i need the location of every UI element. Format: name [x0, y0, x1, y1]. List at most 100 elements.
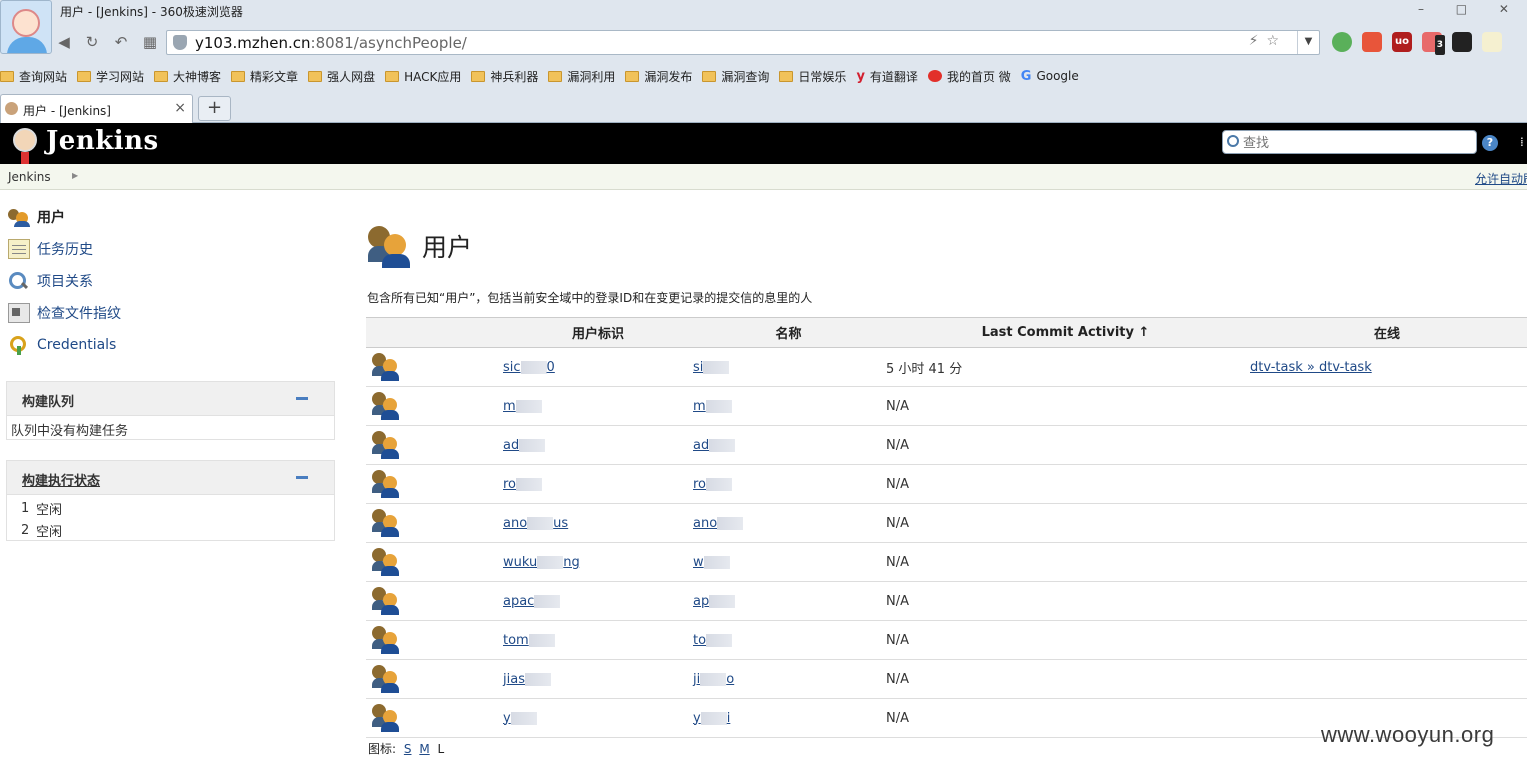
icon-size-large: L: [437, 742, 445, 756]
search-box[interactable]: [1222, 130, 1477, 154]
table-row: apac ap N/A: [366, 581, 1527, 621]
bookmark-folder[interactable]: 大神博客: [154, 68, 221, 85]
last-commit-cell: N/A: [884, 581, 1247, 621]
folder-icon: [231, 70, 246, 82]
sidebar-item-project-relationship[interactable]: 项目关系: [8, 270, 93, 292]
auto-refresh-link[interactable]: 允许自动刷: [1475, 170, 1527, 187]
bookmark-weibo[interactable]: 我的首页 微: [927, 68, 1011, 85]
last-commit-cell: N/A: [884, 386, 1247, 426]
icon-size-small[interactable]: S: [404, 742, 412, 756]
breadcrumb-jenkins[interactable]: Jenkins: [8, 170, 51, 184]
collapse-icon[interactable]: [296, 476, 308, 479]
chevron-down-icon[interactable]: ▼: [1297, 31, 1319, 54]
extension-icon[interactable]: [1452, 32, 1472, 52]
green-dot-icon[interactable]: [1332, 32, 1352, 52]
user-icon: [372, 470, 402, 498]
close-icon[interactable]: ×: [174, 100, 186, 116]
user-name-link[interactable]: ji o: [693, 672, 734, 687]
user-name-link[interactable]: to: [693, 633, 733, 648]
user-id-cell: ano us: [503, 503, 693, 543]
icon-size-medium[interactable]: M: [419, 742, 429, 756]
address-url[interactable]: y103.mzhen.cn:8081/asynchPeople/: [195, 34, 467, 52]
table-header-row: 用户标识 名称 Last Commit Activity ↑ 在线: [366, 317, 1527, 348]
user-name-link[interactable]: ad: [693, 438, 736, 453]
back-icon[interactable]: ◀: [55, 33, 73, 51]
help-icon[interactable]: ?: [1482, 135, 1498, 151]
folder-icon: [625, 70, 640, 82]
column-user-id[interactable]: 用户标识: [503, 317, 693, 348]
ublock-icon[interactable]: uo: [1392, 32, 1412, 52]
column-last-commit[interactable]: Last Commit Activity ↑: [884, 317, 1247, 348]
new-tab-button[interactable]: +: [198, 96, 231, 121]
user-id-link[interactable]: ano us: [503, 516, 568, 531]
bookmark-folder[interactable]: 漏洞查询: [702, 68, 769, 85]
jenkins-logo-icon[interactable]: [9, 126, 43, 164]
undo-icon[interactable]: ↶: [112, 33, 130, 51]
refresh-icon[interactable]: ↻: [83, 33, 101, 51]
bookmark-folder[interactable]: 强人网盘: [308, 68, 375, 85]
sidebar-item-credentials[interactable]: Credentials: [8, 334, 116, 356]
redacted-block: [706, 477, 733, 491]
user-name-cell: ad: [693, 425, 884, 465]
user-id-link[interactable]: wuku ng: [503, 555, 580, 570]
user-id-link[interactable]: tom: [503, 633, 555, 648]
online-cell: [1247, 581, 1527, 621]
user-name-link[interactable]: ro: [693, 477, 733, 492]
bookmark-folder[interactable]: 学习网站: [77, 68, 144, 85]
sidebar-item-build-history[interactable]: 任务历史: [8, 238, 93, 260]
extension-icon[interactable]: [1362, 32, 1382, 52]
window-title: 用户 - [Jenkins] - 360极速浏览器: [60, 5, 243, 19]
window-controls[interactable]: – □ ✕: [1418, 2, 1523, 16]
user-name-link[interactable]: yi: [693, 711, 730, 726]
redacted-block: [706, 633, 733, 647]
user-id-link[interactable]: sic 0: [503, 360, 555, 375]
user-id-link[interactable]: m: [503, 399, 542, 414]
bookmark-folder[interactable]: 日常娱乐: [779, 68, 846, 85]
bookmark-folder[interactable]: 精彩文章: [231, 68, 298, 85]
user-name-link[interactable]: ap: [693, 594, 736, 609]
user-id-link[interactable]: y: [503, 711, 537, 726]
executor-status-title[interactable]: 构建执行状态: [22, 470, 100, 489]
column-name[interactable]: 名称: [693, 317, 884, 348]
online-job-link[interactable]: dtv-task » dtv-task: [1250, 360, 1372, 375]
fingerprint-icon: [8, 303, 30, 323]
build-queue-title: 构建队列: [22, 395, 75, 410]
sidebar-item-users[interactable]: 用户: [8, 206, 65, 228]
jenkins-brand[interactable]: Jenkins: [46, 126, 159, 156]
browser-tab[interactable]: 用户 - [Jenkins] ×: [0, 94, 193, 123]
user-id-link[interactable]: ro: [503, 477, 543, 492]
folder-icon: [548, 70, 563, 82]
bookmark-folder[interactable]: 漏洞发布: [625, 68, 692, 85]
user-id-link[interactable]: ad: [503, 438, 546, 453]
redacted-block: [516, 477, 543, 491]
bookmark-folder[interactable]: HACK应用: [385, 68, 461, 85]
build-queue-header: 构建队列: [7, 382, 334, 416]
user-name-link[interactable]: ano: [693, 516, 744, 531]
user-icon-cell: [366, 659, 503, 699]
user-name-link[interactable]: w: [693, 555, 730, 570]
user-icon: [372, 353, 402, 381]
bookmark-google[interactable]: G Google: [1021, 69, 1079, 84]
chevron-right-icon[interactable]: ▶: [72, 171, 78, 180]
address-actions[interactable]: ⚡☆: [1249, 33, 1287, 49]
user-name-link[interactable]: m: [693, 399, 732, 414]
address-bar[interactable]: y103.mzhen.cn:8081/asynchPeople/ ⚡☆ ▼: [166, 30, 1320, 55]
weibo-icon: [927, 70, 942, 82]
user-id-link[interactable]: apac: [503, 594, 561, 609]
user-avatar[interactable]: [0, 0, 52, 54]
bookmark-youdao[interactable]: y 有道翻译: [856, 68, 918, 85]
grid-icon[interactable]: ▦: [141, 33, 159, 51]
user-name-cell: to: [693, 620, 884, 660]
user-name-link[interactable]: si: [693, 360, 730, 375]
bookmark-folder[interactable]: 查询网站: [0, 68, 67, 85]
extension-icon[interactable]: 3: [1422, 32, 1445, 55]
user-name-cell: yi: [693, 698, 884, 738]
search-input[interactable]: [1243, 134, 1471, 151]
bookmark-folder[interactable]: 神兵利器: [471, 68, 538, 85]
bookmark-folder[interactable]: 漏洞利用: [548, 68, 615, 85]
sidebar-item-fingerprint[interactable]: 检查文件指纹: [8, 302, 121, 324]
column-online[interactable]: 在线: [1247, 317, 1527, 348]
collapse-icon[interactable]: [296, 397, 308, 400]
extension-icon[interactable]: [1482, 32, 1502, 52]
user-id-link[interactable]: jias: [503, 672, 551, 687]
